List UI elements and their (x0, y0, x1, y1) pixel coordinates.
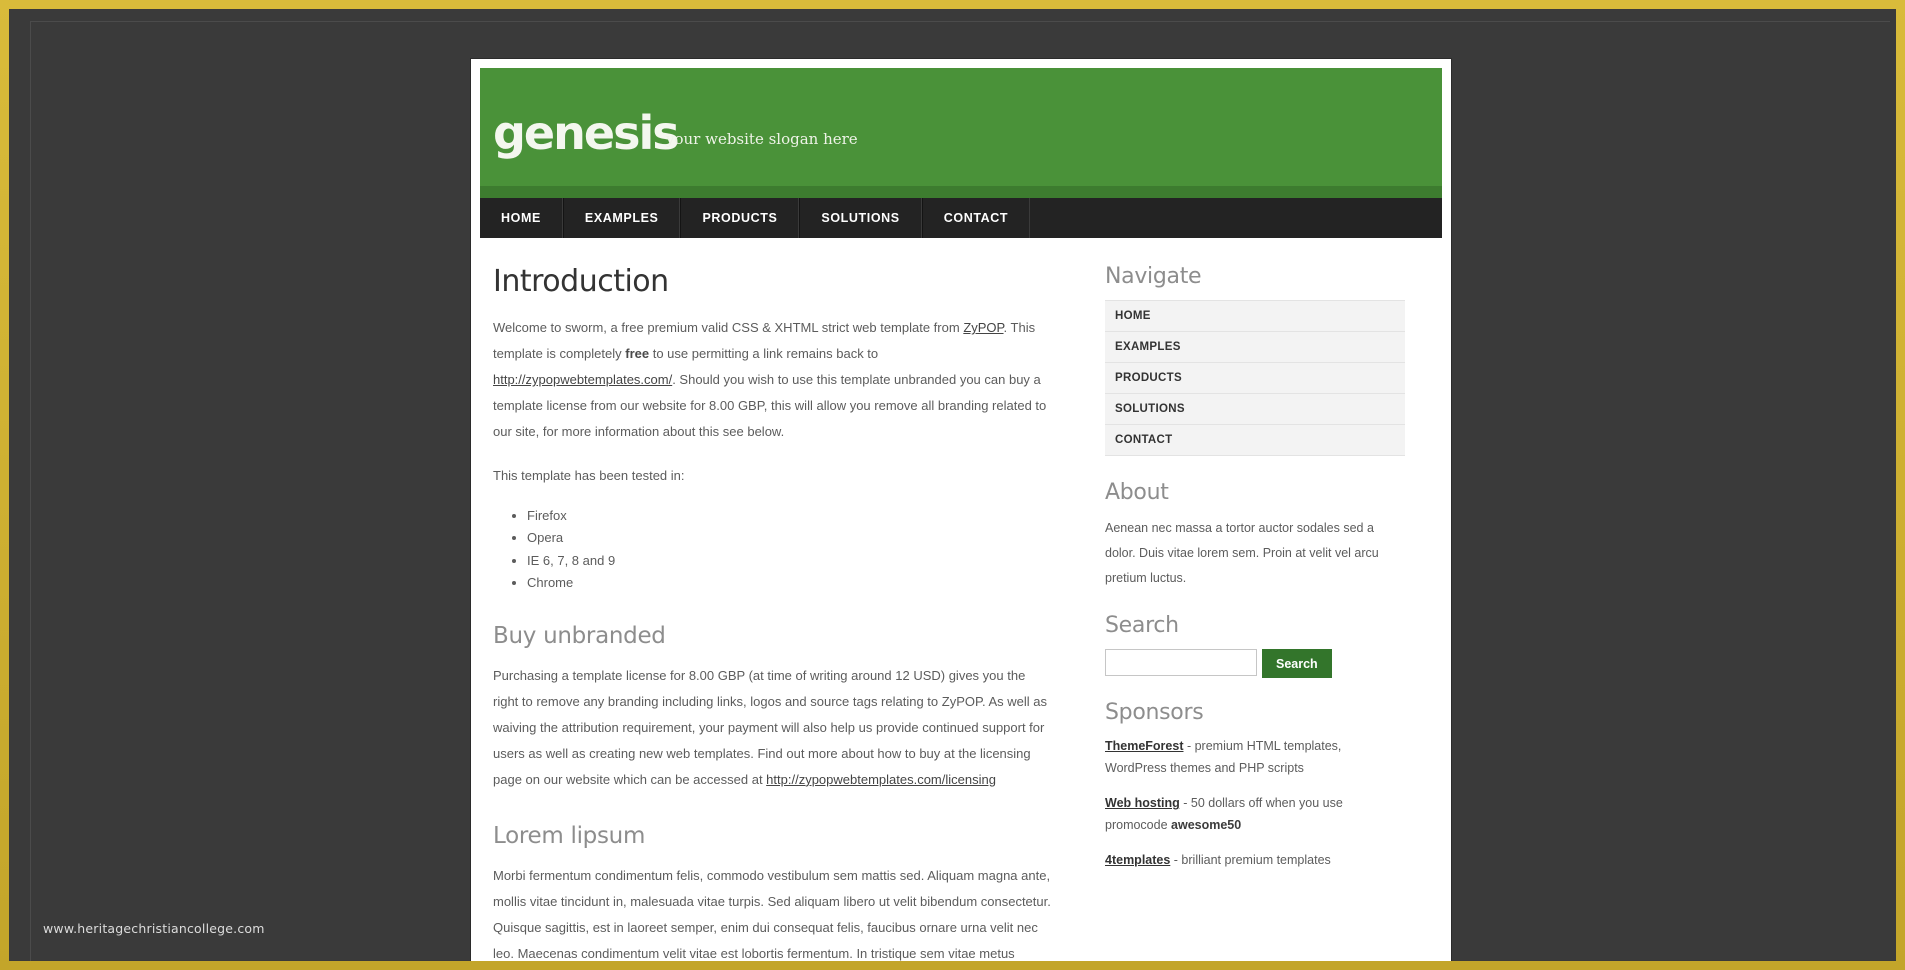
website-page: genesis your website slogan here HOME EX… (471, 59, 1451, 961)
list-item: Opera (527, 529, 1053, 547)
list-item: IE 6, 7, 8 and 9 (527, 552, 1053, 570)
lorem-paragraph: Morbi fermentum condimentum felis, commo… (493, 867, 1051, 961)
search-block: Search Search (1105, 613, 1405, 678)
search-row: Search (1105, 649, 1405, 678)
intro-text-a: Welcome to sworm, a free premium valid C… (493, 320, 964, 335)
fourtemplates-text: - brilliant premium templates (1170, 853, 1331, 867)
header-bottom-strip (480, 186, 1442, 198)
site-logo[interactable]: genesis (493, 110, 680, 156)
buy-unbranded-paragraph: Purchasing a template license for 8.00 G… (493, 663, 1053, 793)
sponsor-webhosting: Web hosting - 50 dollars off when you us… (1105, 793, 1405, 836)
intro-paragraph: Welcome to sworm, a free premium valid C… (493, 315, 1053, 445)
dark-backdrop: www.heritagechristiancollege.com genesis… (9, 9, 1896, 961)
promocode-value: awesome50 (1171, 817, 1242, 832)
page-title: Introduction (493, 264, 669, 299)
watermark-text: www.heritagechristiancollege.com (43, 921, 265, 936)
sponsor-4templates: 4templates - brilliant premium templates (1105, 850, 1405, 872)
themeforest-link[interactable]: ThemeForest (1105, 739, 1184, 753)
sidebar-item-solutions[interactable]: SOLUTIONS (1105, 394, 1405, 425)
nav-item-products[interactable]: PRODUCTS (680, 198, 800, 238)
sidebar-item-contact[interactable]: CONTACT (1105, 425, 1405, 456)
zypop-url-link[interactable]: http://zypopwebtemplates.com/ (493, 372, 672, 387)
intro-text-c: to use permitting a link remains back to (649, 346, 879, 361)
buy-text: Purchasing a template license for 8.00 G… (493, 667, 1048, 787)
sidebar-navigation: HOME EXAMPLES PRODUCTS SOLUTIONS CONTACT (1105, 300, 1405, 456)
sponsors-block: Sponsors ThemeForest - premium HTML temp… (1105, 700, 1405, 872)
about-text: Aenean nec massa a tortor auctor sodales… (1105, 521, 1379, 585)
content-wrapper: Introduction Welcome to sworm, a free pr… (471, 238, 1451, 961)
sidebar-item-products[interactable]: PRODUCTS (1105, 363, 1405, 394)
list-item: Firefox (527, 507, 1053, 525)
search-title: Search (1105, 613, 1179, 638)
nav-item-home[interactable]: HOME (480, 198, 563, 238)
tested-in-line: This template has been tested in: (493, 468, 685, 483)
lorem-lipsum-title: Lorem lipsum (493, 822, 646, 849)
sponsor-themeforest: ThemeForest - premium HTML templates, Wo… (1105, 736, 1405, 779)
search-button[interactable]: Search (1262, 649, 1332, 678)
list-item: Chrome (527, 574, 1053, 592)
navigate-block: Navigate HOME EXAMPLES PRODUCTS SOLUTION… (1105, 264, 1405, 456)
zypop-link[interactable]: ZyPOP (963, 320, 1003, 335)
nav-item-examples[interactable]: EXAMPLES (562, 198, 681, 238)
site-slogan: your website slogan here (666, 130, 858, 148)
licensing-link[interactable]: http://zypopwebtemplates.com/licensing (766, 772, 996, 787)
sponsors-title: Sponsors (1105, 700, 1204, 725)
nav-item-solutions[interactable]: SOLUTIONS (799, 198, 922, 238)
outer-gold-frame: www.heritagechristiancollege.com genesis… (0, 0, 1905, 970)
nav-item-contact[interactable]: CONTACT (921, 198, 1031, 238)
main-column: Introduction Welcome to sworm, a free pr… (493, 264, 1075, 961)
buy-unbranded-title: Buy unbranded (493, 622, 666, 649)
site-header: genesis your website slogan here (480, 68, 1442, 198)
fourtemplates-link[interactable]: 4templates (1105, 853, 1170, 867)
main-navigation: HOME EXAMPLES PRODUCTS SOLUTIONS CONTACT (480, 198, 1442, 238)
search-input[interactable] (1105, 649, 1257, 676)
sidebar-column: Navigate HOME EXAMPLES PRODUCTS SOLUTION… (1075, 264, 1405, 961)
navigate-title: Navigate (1105, 264, 1202, 289)
intro-bold-free: free (625, 346, 650, 361)
about-block: About Aenean nec massa a tortor auctor s… (1105, 480, 1405, 591)
sidebar-item-examples[interactable]: EXAMPLES (1105, 332, 1405, 363)
about-title: About (1105, 480, 1169, 505)
browser-list: Firefox Opera IE 6, 7, 8 and 9 Chrome (527, 507, 1053, 593)
webhosting-link[interactable]: Web hosting (1105, 796, 1180, 810)
sidebar-item-home[interactable]: HOME (1105, 301, 1405, 332)
